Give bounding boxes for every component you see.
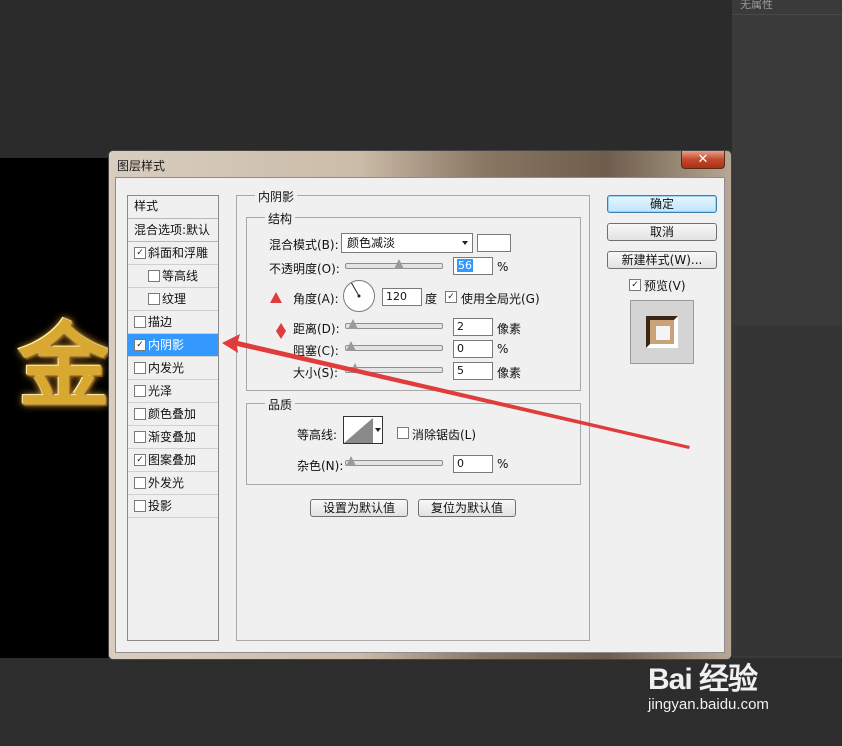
annotation-triangle-marker bbox=[270, 292, 282, 303]
annotation-diamond-marker bbox=[276, 323, 286, 339]
watermark-brand: Bai 经验 bbox=[648, 663, 758, 696]
baidu-jingyan-watermark: Bai 经验 jingyan.baidu.com bbox=[648, 654, 769, 713]
annotation-arrow bbox=[222, 334, 690, 449]
watermark-domain: jingyan.baidu.com bbox=[648, 696, 769, 713]
annotation-overlay bbox=[222, 292, 690, 449]
